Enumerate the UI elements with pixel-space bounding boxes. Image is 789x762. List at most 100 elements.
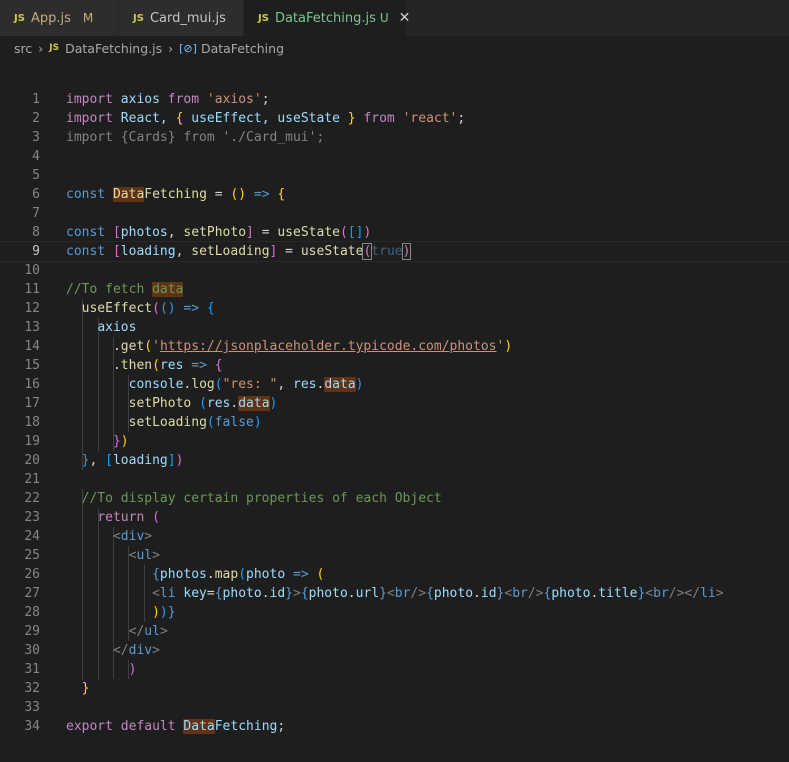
line-number: 11 [24, 282, 40, 297]
code-line[interactable]: 7 [0, 204, 789, 223]
code-token: , [167, 225, 184, 240]
javascript-file-icon: JS [258, 12, 269, 24]
code-text: <div> [66, 527, 152, 546]
code-token: 'react' [402, 111, 458, 126]
code-line[interactable]: 30 </div> [0, 641, 789, 660]
code-line[interactable]: 6 const DataFetching = () => { [0, 185, 789, 204]
code-line[interactable]: 5 [0, 166, 789, 185]
code-token: ( [152, 510, 160, 525]
code-line[interactable]: 12 useEffect(() => { [0, 299, 789, 318]
code-line[interactable]: 18 setLoading(false) [0, 413, 789, 432]
code-token: import [66, 92, 113, 107]
code-token: > [152, 548, 160, 563]
code-line[interactable]: 19 }) [0, 432, 789, 451]
tab-label: App.js [30, 10, 71, 26]
code-token: { [214, 586, 223, 601]
code-token: photo [246, 567, 286, 582]
line-number: 13 [24, 320, 40, 335]
code-text: }, [loading]) [66, 451, 184, 470]
breadcrumb-file[interactable]: DataFetching.js [65, 41, 162, 56]
code-token: ) [269, 396, 278, 411]
code-line[interactable]: 27 <li key={photo.id}>{photo.url}<br/>{p… [0, 584, 789, 603]
code-line[interactable]: 26 {photos.map(photo => ( [0, 565, 789, 584]
code-token: li [159, 586, 176, 601]
tab-card-mui-js[interactable]: JS Card_mui.js [119, 0, 243, 36]
code-token: . [347, 586, 356, 601]
code-line[interactable]: 21 [0, 470, 789, 489]
code-line[interactable]: 29 </ul> [0, 622, 789, 641]
code-token: . [206, 567, 215, 582]
code-line[interactable]: 14 .get('https://jsonplaceholder.typicod… [0, 337, 789, 356]
code-token: } [347, 111, 356, 126]
line-number: 18 [24, 415, 40, 430]
breadcrumb-symbol[interactable]: DataFetching [201, 41, 284, 56]
code-token: photos [159, 567, 207, 582]
code-line[interactable]: 3 import {Cards} from './Card_mui'; [0, 128, 789, 147]
javascript-file-icon: JS [14, 12, 25, 24]
code-line[interactable]: 23 return ( [0, 508, 789, 527]
code-token: useEffect [81, 301, 153, 316]
code-line[interactable]: 8 const [photos, setPhoto] = useState([]) [0, 223, 789, 242]
code-line[interactable]: 25 <ul> [0, 546, 789, 565]
code-token: { [277, 187, 286, 202]
code-line[interactable]: 11 //To fetch data [0, 280, 789, 299]
code-token: ) [363, 225, 372, 240]
code-line[interactable]: 34 export default DataFetching; [0, 717, 789, 736]
code-token: Data [183, 719, 215, 734]
code-line[interactable]: 9 const [loading, setLoading] = useState(… [0, 241, 789, 262]
code-line[interactable]: 4 [0, 147, 789, 166]
code-text: {photos.map(photo => ( [66, 565, 324, 584]
code-text: const [loading, setLoading] = useState(t… [66, 242, 412, 261]
code-line[interactable]: 28 ))} [0, 603, 789, 622]
code-token: useState [300, 244, 364, 259]
code-token: [ [112, 225, 121, 240]
code-text: export default DataFetching; [66, 717, 285, 736]
code-token: title [598, 586, 638, 601]
line-number: 19 [24, 434, 40, 449]
code-line[interactable]: 33 [0, 698, 789, 717]
line-number: 12 [24, 301, 40, 316]
code-line[interactable]: 13 axios [0, 318, 789, 337]
line-number: 30 [24, 643, 40, 658]
code-token: > [715, 586, 724, 601]
code-token: //To fetch [66, 282, 153, 297]
code-token: > [159, 624, 168, 639]
code-line[interactable]: 17 setPhoto (res.data) [0, 394, 789, 413]
code-line[interactable]: 22 //To display certain properties of ea… [0, 489, 789, 508]
tab-datafetching-js[interactable]: JS DataFetching.js U ✕ [244, 0, 410, 36]
code-line[interactable]: 1 import axios from 'axios'; [0, 90, 789, 109]
close-icon[interactable]: ✕ [399, 10, 411, 26]
code-text: console.log("res: ", res.data) [66, 375, 363, 394]
code-token: /> [410, 586, 427, 601]
code-token: key [183, 586, 207, 601]
code-text: .get('https://jsonplaceholder.typicode.c… [66, 337, 512, 356]
code-editor[interactable]: 1 import axios from 'axios'; 2 import React… [0, 90, 789, 736]
code-line[interactable]: 15 .then(res => { [0, 356, 789, 375]
code-line[interactable]: 16 console.log("res: ", res.data) [0, 375, 789, 394]
breadcrumb-folder[interactable]: src [14, 41, 32, 56]
code-line[interactable]: 31 ) [0, 660, 789, 679]
code-line[interactable]: 32 } [0, 679, 789, 698]
line-number: 21 [24, 472, 40, 487]
code-line[interactable]: 20 }, [loading]) [0, 451, 789, 470]
tab-app-js[interactable]: JS App.js M [0, 0, 118, 36]
code-line[interactable]: 24 <div> [0, 527, 789, 546]
code-line[interactable]: 2 import React, { useEffect, useState } f… [0, 109, 789, 128]
tab-bar: JS App.js M JS Card_mui.js JS DataFetchi… [0, 0, 789, 36]
code-text: import {Cards} from './Card_mui'; [66, 128, 324, 147]
code-token: </ [112, 643, 129, 658]
code-token: { [214, 358, 223, 373]
code-token: br [653, 586, 669, 601]
code-token: res [293, 377, 317, 392]
code-token: = [206, 586, 215, 601]
code-line[interactable]: 10 [0, 261, 789, 280]
code-text: axios [66, 318, 136, 337]
code-text: </div> [66, 641, 160, 660]
code-token: . [473, 586, 481, 601]
